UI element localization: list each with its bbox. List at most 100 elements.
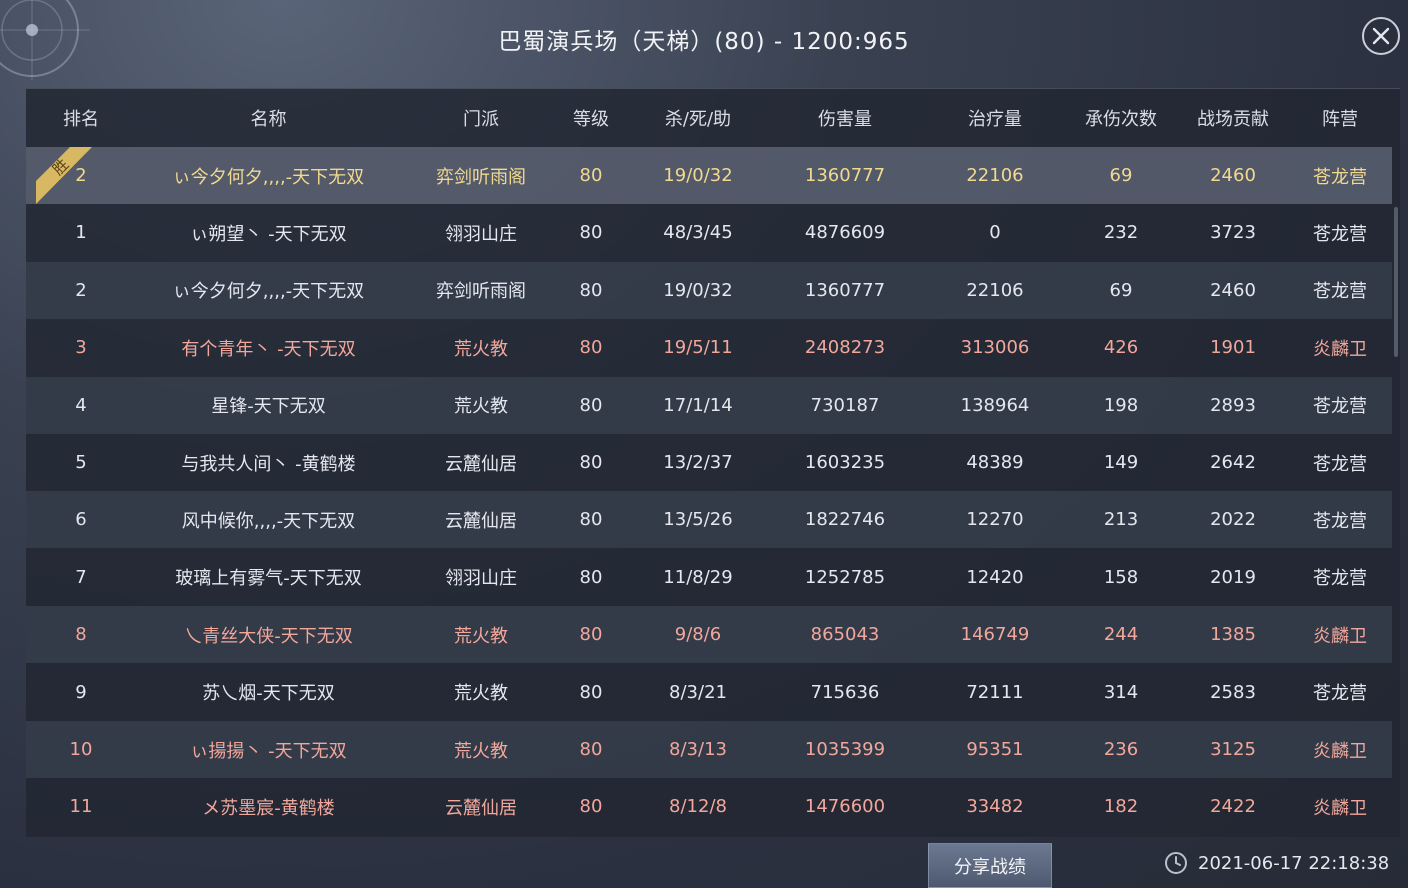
cell-damage: 1035399 (804, 739, 886, 760)
cell-damage: 1252785 (804, 566, 886, 588)
cell-damage: 715636 (810, 681, 880, 703)
cell-hits: 182 (1103, 796, 1139, 818)
col-header-hits[interactable]: 承伤次数 (1075, 105, 1167, 131)
scrollbar[interactable] (1394, 207, 1398, 357)
cell-name: ぃ今夕何夕,,,,-天下无双 (172, 166, 365, 188)
col-header-faction[interactable]: 阵营 (1299, 105, 1381, 131)
cell-kda: 19/5/11 (663, 337, 733, 359)
timestamp-text: 2021-06-17 22:18:38 (1198, 852, 1390, 874)
cell-rank: 11 (69, 796, 93, 818)
cell-heal: 22106 (966, 165, 1024, 186)
close-button[interactable] (1362, 17, 1400, 55)
cell-damage: 1360777 (804, 165, 886, 186)
cell-name: ぃ朔望丶 -天下无双 (190, 223, 347, 245)
cell-damage: 1603235 (804, 452, 886, 473)
cell-heal: 12420 (966, 566, 1024, 588)
cell-heal: 22106 (966, 279, 1024, 301)
cell-school: 翎羽山庄 (445, 568, 517, 590)
table-header: 排名 名称 门派 等级 杀/死/助 伤害量 治疗量 承伤次数 战场贡献 阵营 (26, 89, 1392, 147)
cell-name: 与我共人间丶 -黄鹤楼 (181, 453, 356, 475)
cell-level: 80 (579, 739, 603, 760)
cell-rank: 7 (75, 566, 87, 588)
cell-level: 80 (579, 624, 603, 646)
cell-faction: 苍龙营 (1313, 683, 1367, 705)
cell-damage: 865043 (810, 624, 880, 646)
cell-hits: 426 (1103, 337, 1139, 359)
cell-hits: 158 (1103, 566, 1139, 588)
scoreboard-panel: 排名 名称 门派 等级 杀/死/助 伤害量 治疗量 承伤次数 战场贡献 阵营 2… (26, 88, 1400, 837)
table-row[interactable]: 1 ぃ朔望丶 -天下无双 翎羽山庄 80 48/3/45 4876609 0 232 3723 苍… (26, 204, 1392, 261)
cell-heal: 12270 (966, 509, 1024, 531)
col-header-heal[interactable]: 治疗量 (915, 105, 1075, 131)
col-header-rank[interactable]: 排名 (26, 105, 136, 131)
col-header-damage[interactable]: 伤害量 (775, 105, 915, 131)
table-row[interactable]: 3 有个青年丶 -天下无双 荒火教 80 19/5/11 2408273 313006 426… (26, 319, 1392, 376)
cell-hits: 236 (1103, 739, 1139, 760)
share-results-button[interactable]: 分享战绩 (928, 843, 1052, 888)
cell-contrib: 2019 (1210, 566, 1256, 588)
cell-level: 80 (579, 165, 603, 186)
cell-school: 云麓仙居 (445, 510, 517, 532)
cell-school: 荒火教 (454, 396, 508, 418)
cell-name: 风中候你,,,,-天下无双 (181, 510, 356, 532)
cell-kda: 13/2/37 (663, 452, 733, 473)
cell-school: 荒火教 (454, 740, 508, 762)
cell-name: メ苏墨宸-黄鹤楼 (202, 797, 335, 819)
timestamp-display: 2021-06-17 22:18:38 (1164, 851, 1389, 875)
cell-faction: 苍龙营 (1313, 453, 1367, 475)
cell-kda: 13/5/26 (663, 509, 733, 531)
close-icon (1372, 27, 1390, 45)
cell-rank: 2 (75, 279, 87, 301)
cell-faction: 炎麟卫 (1313, 797, 1367, 819)
cell-heal: 138964 (960, 394, 1030, 416)
cell-damage: 1360777 (804, 279, 886, 301)
cell-hits: 232 (1103, 222, 1139, 244)
cell-contrib: 3125 (1210, 739, 1256, 760)
cell-contrib: 1385 (1210, 624, 1256, 646)
table-row[interactable]: 5 与我共人间丶 -黄鹤楼 云麓仙居 80 13/2/37 1603235 48389 149… (26, 434, 1392, 491)
cell-name: 玻璃上有雾气-天下无双 (175, 568, 362, 590)
col-header-name[interactable]: 名称 (136, 105, 401, 131)
cell-faction: 苍龙营 (1313, 510, 1367, 532)
cell-name: ぃ揚揚丶 -天下无双 (190, 740, 347, 762)
table-row[interactable]: 9 苏乀烟-天下无双 荒火教 80 8/3/21 715636 72111 314 2583 苍龙… (26, 664, 1392, 721)
cell-hits: 314 (1103, 681, 1139, 703)
table-row[interactable]: 4 星锋-天下无双 荒火教 80 17/1/14 730187 138964 198 2893 苍… (26, 376, 1392, 434)
cell-school: 云麓仙居 (445, 797, 517, 819)
cell-level: 80 (579, 279, 603, 301)
cell-level: 80 (579, 337, 603, 359)
cell-heal: 146749 (960, 624, 1030, 646)
cell-heal: 313006 (960, 337, 1030, 359)
cell-rank: 10 (69, 739, 93, 760)
cell-school: 翎羽山庄 (445, 223, 517, 245)
cell-faction: 炎麟卫 (1313, 740, 1367, 762)
cell-heal: 95351 (966, 739, 1024, 760)
table-row[interactable]: 6 风中候你,,,,-天下无双 云麓仙居 80 13/5/26 1822746 12270 2… (26, 491, 1392, 549)
cell-hits: 198 (1103, 394, 1139, 416)
table-row[interactable]: 2 ぃ今夕何夕,,,,-天下无双 弈剑听雨阁 80 19/0/32 1360777 2210… (26, 261, 1392, 319)
table-row[interactable]: 11 メ苏墨宸-黄鹤楼 云麓仙居 80 8/12/8 1476600 33482 182 242… (26, 778, 1392, 835)
cell-faction: 炎麟卫 (1313, 338, 1367, 360)
cell-contrib: 2642 (1210, 452, 1256, 473)
cell-faction: 炎麟卫 (1313, 625, 1367, 647)
cell-contrib: 2893 (1210, 394, 1256, 416)
cell-rank: 3 (75, 337, 87, 359)
col-header-level[interactable]: 等级 (561, 105, 621, 131)
cell-kda: 8/3/13 (669, 739, 727, 760)
cell-faction: 苍龙营 (1313, 166, 1367, 188)
cell-level: 80 (579, 796, 603, 818)
col-header-kda[interactable]: 杀/死/助 (621, 105, 775, 131)
page-title: 巴蜀演兵场（天梯）(80) - 1200:965 (498, 29, 910, 55)
cell-damage: 4876609 (804, 222, 886, 244)
cell-rank: 6 (75, 509, 87, 531)
table-row-self[interactable]: 2 ぃ今夕何夕,,,,-天下无双 弈剑听雨阁 80 19/0/32 1360777 2210… (26, 147, 1392, 204)
cell-name: 星锋-天下无双 (211, 396, 326, 418)
table-row[interactable]: 7 玻璃上有雾气-天下无双 翎羽山庄 80 11/8/29 1252785 12420 158… (26, 549, 1392, 606)
col-header-school[interactable]: 门派 (401, 105, 561, 131)
table-row[interactable]: 10 ぃ揚揚丶 -天下无双 荒火教 80 8/3/13 1035399 95351 236 31… (26, 721, 1392, 778)
cell-kda: 19/0/32 (663, 279, 733, 301)
col-header-contrib[interactable]: 战场贡献 (1167, 105, 1299, 131)
cell-hits: 69 (1109, 279, 1133, 301)
cell-rank: 4 (75, 394, 87, 416)
table-row[interactable]: 8 乀青丝大侠-天下无双 荒火教 80 9/8/6 865043 146749 244 1385… (26, 606, 1392, 664)
